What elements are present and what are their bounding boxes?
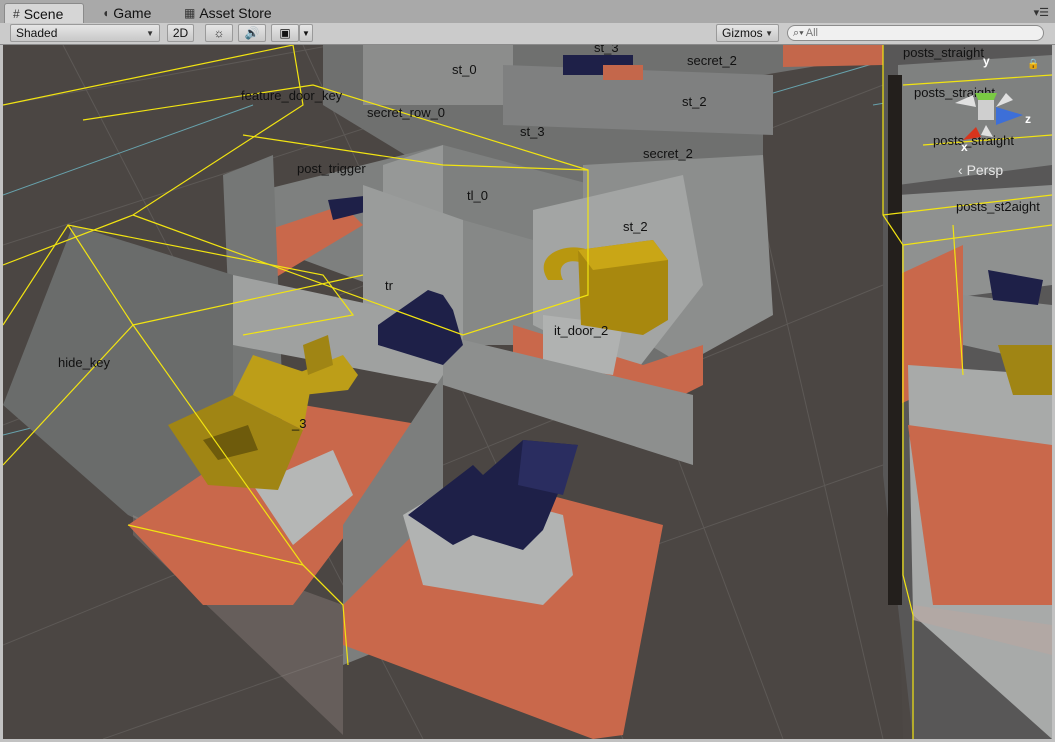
tab-label: Game (113, 5, 152, 21)
effects-dropdown[interactable]: ▼ (299, 24, 313, 42)
lock-icon[interactable]: 🔒 (1027, 58, 1039, 70)
image-icon: ▣ (279, 26, 291, 40)
gizmo-y-label: y (983, 54, 990, 68)
label-feature-door-key: feature_door_key (241, 88, 343, 103)
label-posts-straight-d: posts_st2aight (956, 199, 1040, 214)
shading-mode-label: Shaded (16, 26, 58, 40)
chevron-down-icon: ▼ (765, 28, 773, 38)
label-st-2: st_2 (682, 94, 707, 109)
label-secret-2-a: secret_2 (687, 53, 737, 68)
chevron-down-icon: ▼ (146, 28, 154, 38)
hierarchy-search-input[interactable]: ⌕▾ All (787, 25, 1044, 41)
tab-label: Scene (23, 5, 64, 22)
lighting-toggle-button[interactable]: ☼ (205, 24, 233, 42)
toggle-2d-label: 2D (172, 26, 189, 40)
label-tr: tr (385, 278, 394, 293)
gizmo-z-label: z (1025, 112, 1031, 126)
tab-label: Asset Store (199, 5, 272, 21)
label-st-2b: st_2 (623, 219, 648, 234)
label-post-trigger: post_trigger (297, 161, 366, 176)
shading-mode-dropdown[interactable]: Shaded ▼ (10, 24, 160, 42)
label-hide-key: hide_key (58, 355, 111, 370)
grid-icon: # (13, 6, 20, 21)
scene-toolbar: Shaded ▼ 2D ☼ 🔊 ▣ ▼ Gizmos ▼ ⌕▾ All (0, 23, 1055, 45)
search-icon: ⌕▾ (793, 26, 804, 39)
store-icon: ▦ (184, 6, 196, 20)
pacman-icon: ◖ (102, 6, 110, 20)
label-st-3: st_3 (520, 124, 545, 139)
window-tab-bar: # Scene ◖ Game ▦ Asset Store ▾☰ (0, 0, 1055, 24)
scene-render: st_0 st_3 secret_2 feature_door_key secr… (3, 45, 1052, 739)
label-it-door-2: it_door_2 (554, 323, 608, 338)
label-st-3-top: st_3 (594, 45, 619, 55)
label-posts-straight-a: posts_straight (903, 45, 984, 60)
gizmos-label: Gizmos (722, 26, 763, 40)
label-m-3: _3 (291, 416, 306, 431)
toggle-2d-button[interactable]: 2D (167, 24, 194, 42)
sun-icon: ☼ (213, 26, 225, 40)
scene-viewport[interactable]: st_0 st_3 secret_2 feature_door_key secr… (3, 45, 1052, 739)
projection-toggle[interactable]: ‹ Persp (958, 162, 1003, 178)
chevron-down-icon: ▼ (302, 28, 310, 38)
speaker-icon: 🔊 (244, 26, 260, 40)
tab-menu-icon[interactable]: ▾☰ (1034, 6, 1049, 19)
audio-toggle-button[interactable]: 🔊 (238, 24, 266, 42)
tab-scene[interactable]: # Scene (4, 3, 84, 23)
gizmo-x-label: x (961, 140, 968, 154)
label-tl-0: tl_0 (467, 188, 488, 203)
label-secret-2-b: secret_2 (643, 146, 693, 161)
label-st-0: st_0 (452, 62, 477, 77)
effects-toggle-button[interactable]: ▣ (271, 24, 299, 42)
tab-game[interactable]: ◖ Game (94, 3, 170, 23)
label-secret-row-0: secret_row_0 (367, 105, 445, 120)
search-placeholder: All (805, 27, 819, 39)
gizmos-dropdown[interactable]: Gizmos ▼ (716, 24, 779, 42)
tab-asset-store[interactable]: ▦ Asset Store (176, 3, 296, 23)
